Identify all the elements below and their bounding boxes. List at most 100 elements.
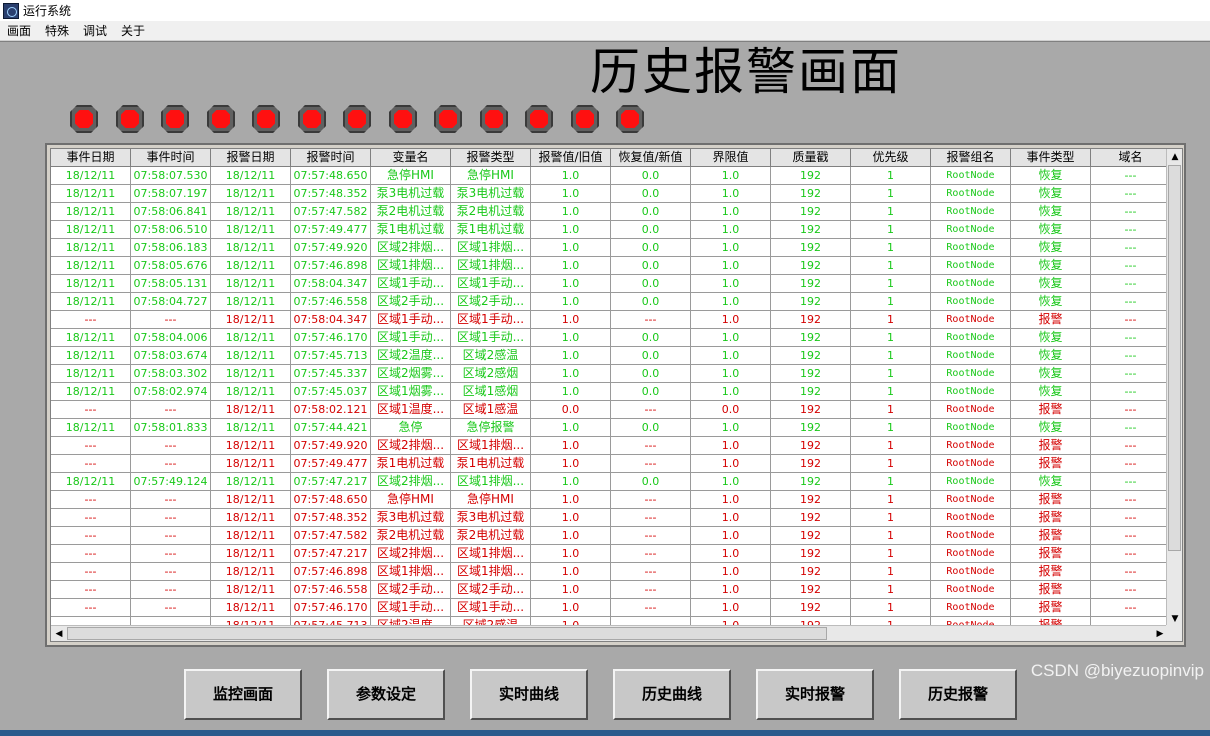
table-cell: 07:58:04.347 (291, 275, 371, 293)
table-cell: 07:57:44.421 (291, 419, 371, 437)
table-cell: 07:57:46.558 (291, 581, 371, 599)
table-cell: 07:58:02.974 (131, 383, 211, 401)
column-header[interactable]: 事件日期 (51, 149, 131, 167)
column-header[interactable]: 报警组名 (931, 149, 1011, 167)
table-cell: --- (1091, 383, 1171, 401)
table-cell: 07:58:05.131 (131, 275, 211, 293)
table-cell: 07:58:05.676 (131, 257, 211, 275)
column-header[interactable]: 报警类型 (451, 149, 531, 167)
monitor-screen-button[interactable]: 监控画面 (184, 669, 302, 720)
column-header[interactable]: 质量戳 (771, 149, 851, 167)
table-cell: 18/12/11 (211, 599, 291, 617)
table-cell: 1 (851, 167, 931, 185)
table-cell: 0.0 (611, 203, 691, 221)
table-cell: 192 (771, 167, 851, 185)
table-cell: 1.0 (531, 275, 611, 293)
table-cell: 1 (851, 455, 931, 473)
table-cell: 1 (851, 329, 931, 347)
column-header[interactable]: 报警日期 (211, 149, 291, 167)
table-cell: 区域1排烟... (451, 257, 531, 275)
app-icon (3, 2, 19, 19)
table-cell: 07:57:47.582 (291, 527, 371, 545)
indicator-lamp (434, 105, 462, 133)
table-cell: 恢复 (1011, 203, 1091, 221)
parameter-settings-button[interactable]: 参数设定 (327, 669, 445, 720)
table-cell: --- (51, 599, 131, 617)
menu-item-special[interactable]: 特殊 (38, 22, 76, 39)
table-cell: 1.0 (691, 329, 771, 347)
table-cell: 1 (851, 239, 931, 257)
menu-item-screen[interactable]: 画面 (0, 22, 38, 39)
table-cell: --- (131, 437, 211, 455)
table-cell: --- (1091, 527, 1171, 545)
table-cell: 192 (771, 599, 851, 617)
table-cell: 18/12/11 (211, 365, 291, 383)
table-cell: 区域1感烟 (451, 383, 531, 401)
table-cell: 18/12/11 (211, 545, 291, 563)
table-cell: 18/12/11 (211, 581, 291, 599)
table-cell: --- (1091, 491, 1171, 509)
column-header[interactable]: 事件类型 (1011, 149, 1091, 167)
column-header[interactable]: 域名 (1091, 149, 1171, 167)
table-cell: 0.0 (611, 473, 691, 491)
table-cell: 07:57:48.650 (291, 167, 371, 185)
table-cell: 18/12/11 (211, 275, 291, 293)
table-cell: --- (611, 545, 691, 563)
table-cell: 1 (851, 545, 931, 563)
table-cell: 1.0 (531, 419, 611, 437)
table-cell: 07:57:49.477 (291, 455, 371, 473)
table-cell: 07:57:47.217 (291, 545, 371, 563)
table-cell: 区域2感温 (451, 347, 531, 365)
column-header[interactable]: 报警值/旧值 (531, 149, 611, 167)
table-cell: 泵3电机过载 (371, 509, 451, 527)
table-cell: 0.0 (611, 239, 691, 257)
column-header[interactable]: 报警时间 (291, 149, 371, 167)
table-cell: --- (1091, 437, 1171, 455)
column-header[interactable]: 变量名 (371, 149, 451, 167)
table-cell: RootNode (931, 419, 1011, 437)
table-cell: 1.0 (531, 257, 611, 275)
realtime-alarm-button[interactable]: 实时报警 (756, 669, 874, 720)
table-cell: 1.0 (531, 167, 611, 185)
history-curve-button[interactable]: 历史曲线 (613, 669, 731, 720)
table-cell: --- (1091, 311, 1171, 329)
grid-viewport[interactable]: 事件日期 事件时间 报警日期 报警时间 变量名 报警类型 报警值/旧值 恢复值/新值 界限值 质量… (50, 148, 1183, 642)
table-cell: 急停HMI (451, 167, 531, 185)
table-cell: --- (1091, 293, 1171, 311)
table-cell: 192 (771, 437, 851, 455)
table-cell: --- (611, 437, 691, 455)
menu-item-debug[interactable]: 调试 (76, 22, 114, 39)
table-cell: --- (131, 527, 211, 545)
vertical-scroll-thumb[interactable] (1168, 165, 1181, 551)
table-cell: 18/12/11 (211, 563, 291, 581)
column-header[interactable]: 界限值 (691, 149, 771, 167)
column-header[interactable]: 事件时间 (131, 149, 211, 167)
horizontal-scrollbar[interactable]: ◀ ▶ (51, 625, 1168, 641)
history-alarm-button[interactable]: 历史报警 (899, 669, 1017, 720)
table-cell: RootNode (931, 293, 1011, 311)
table-cell: 1 (851, 599, 931, 617)
column-header[interactable]: 优先级 (851, 149, 931, 167)
table-cell: 07:58:06.510 (131, 221, 211, 239)
scroll-up-icon[interactable]: ▲ (1167, 149, 1182, 165)
table-cell: RootNode (931, 491, 1011, 509)
horizontal-scroll-thumb[interactable] (67, 627, 827, 640)
column-header[interactable]: 恢复值/新值 (611, 149, 691, 167)
table-cell: 区域2排烟... (371, 545, 451, 563)
table-cell: 192 (771, 581, 851, 599)
table-cell: RootNode (931, 257, 1011, 275)
table-cell: 1.0 (691, 599, 771, 617)
table-cell: 1.0 (691, 257, 771, 275)
vertical-scrollbar[interactable]: ▲ ▼ (1166, 149, 1182, 627)
table-cell: --- (1091, 167, 1171, 185)
table-cell: 18/12/11 (51, 383, 131, 401)
menu-item-about[interactable]: 关于 (114, 22, 152, 39)
scroll-left-icon[interactable]: ◀ (51, 626, 67, 641)
table-cell: 07:58:02.121 (291, 401, 371, 419)
table-cell: 192 (771, 545, 851, 563)
table-cell: 07:57:49.477 (291, 221, 371, 239)
realtime-curve-button[interactable]: 实时曲线 (470, 669, 588, 720)
table-cell: 区域1排烟... (451, 545, 531, 563)
table-cell: --- (131, 581, 211, 599)
table-cell: 07:57:47.217 (291, 473, 371, 491)
